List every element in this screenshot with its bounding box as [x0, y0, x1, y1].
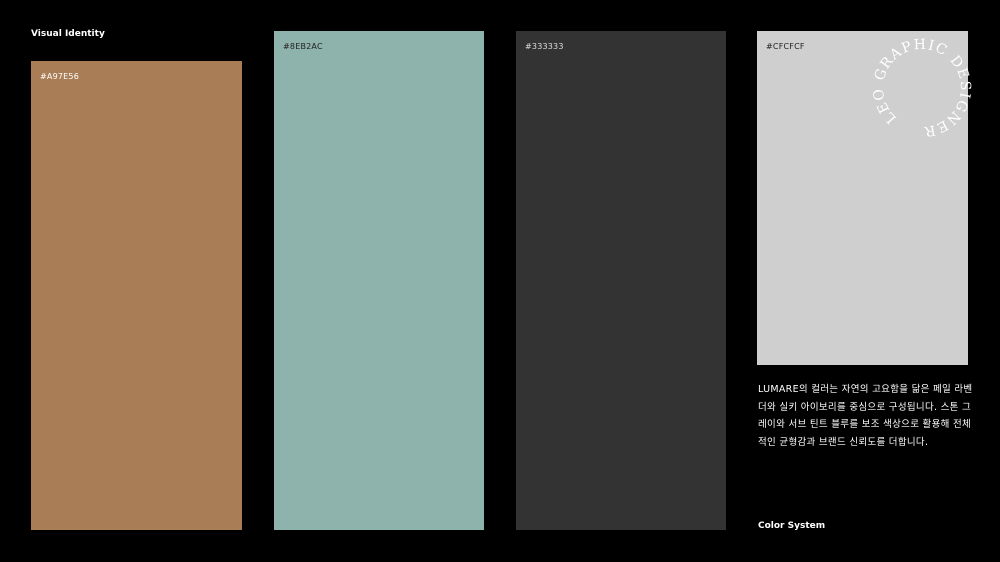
swatch-hex-label: #8EB2AC — [283, 42, 323, 51]
swatch-light: #CFCFCF LEO GRAPHIC DESIGNER — [757, 31, 972, 365]
section-title: Color System — [758, 521, 826, 531]
swatch-secondary: #8EB2AC — [274, 31, 484, 530]
swatch-hex-label: #CFCFCF — [766, 42, 805, 51]
logo-text: LEO GRAPHIC DESIGNER — [872, 38, 972, 138]
swatch-primary: #A97E56 — [31, 61, 242, 530]
circular-logo: LEO GRAPHIC DESIGNER — [872, 38, 972, 138]
swatch-dark: #333333 — [516, 31, 726, 530]
page-title: Visual Identity — [31, 29, 105, 39]
swatch-hex-label: #A97E56 — [40, 72, 79, 81]
swatch-hex-label: #333333 — [525, 42, 564, 51]
svg-text:LEO GRAPHIC DESIGNER: LEO GRAPHIC DESIGNER — [872, 38, 972, 138]
color-description: LUMARE의 컬러는 자연의 고요함을 닮은 페일 라벤더와 실키 아이보리를… — [758, 384, 973, 448]
